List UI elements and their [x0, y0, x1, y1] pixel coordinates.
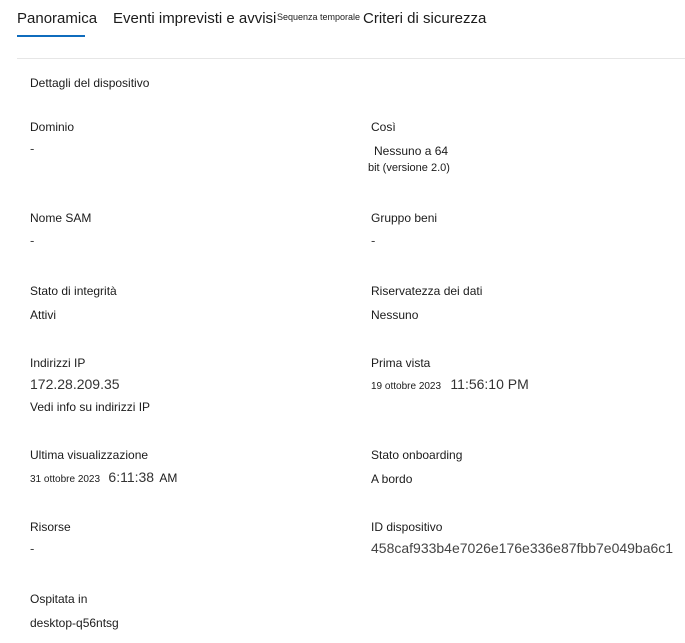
os-label: Così	[371, 120, 396, 134]
data-sensitivity-label: Riservatezza dei dati	[371, 284, 483, 298]
sam-name-value: -	[30, 233, 35, 248]
device-id-label: ID dispositivo	[371, 520, 443, 534]
last-seen-ampm: AM	[159, 471, 178, 485]
os-value-line2: bit (versione 2.0)	[368, 162, 450, 174]
first-seen-value: 19 ottobre 2023 11:56:10 PM	[371, 376, 529, 392]
last-seen-label: Ultima visualizzazione	[30, 448, 149, 462]
device-id-value: 458caf933b4e7026e176e336e87fbb7e049ba6c1	[371, 540, 674, 556]
domain-value: -	[30, 141, 35, 156]
ip-info-link[interactable]: Vedi info su indirizzi IP	[30, 400, 150, 414]
tab-bar: Panoramica Eventi imprevisti e avvisi Se…	[0, 0, 685, 40]
last-seen-time: 6:11:38	[108, 469, 155, 485]
section-title: Dettagli del dispositivo	[30, 76, 150, 90]
data-sensitivity-value: Nessuno	[371, 308, 419, 322]
hosted-in-label: Ospitata in	[30, 592, 88, 606]
first-seen-label: Prima vista	[371, 356, 431, 370]
health-state-value: Attivi	[30, 308, 57, 322]
last-seen-value: 31 ottobre 2023 6:11:38 AM	[30, 469, 177, 485]
tab-overview[interactable]: Panoramica	[17, 10, 97, 27]
ip-addresses-label: Indirizzi IP	[30, 356, 86, 370]
resources-label: Risorse	[30, 520, 71, 534]
first-seen-date: 19 ottobre 2023	[371, 381, 442, 392]
first-seen-time: 11:56:10 PM	[450, 376, 529, 392]
asset-group-value: -	[371, 233, 376, 248]
divider	[17, 58, 685, 59]
asset-group-label: Gruppo beni	[371, 211, 438, 225]
health-state-label: Stato di integrità	[30, 284, 117, 298]
selected-tab-indicator	[17, 35, 85, 37]
tab-timeline[interactable]: Sequenza temporale	[277, 12, 360, 22]
sam-name-label: Nome SAM	[30, 211, 92, 225]
domain-label: Dominio	[30, 120, 75, 134]
os-value-line1: Nessuno a 64	[374, 144, 449, 158]
onboarding-status-value: A bordo	[371, 472, 413, 486]
resources-value: -	[30, 541, 35, 556]
tab-incidents-alerts[interactable]: Eventi imprevisti e avvisi	[113, 10, 276, 27]
tab-security-policies[interactable]: Criteri di sicurezza	[363, 10, 486, 27]
last-seen-date: 31 ottobre 2023	[30, 474, 101, 485]
hosted-in-value: desktop-q56ntsg	[30, 616, 119, 630]
ip-address-value: 172.28.209.35	[30, 376, 120, 392]
onboarding-status-label: Stato onboarding	[371, 448, 463, 462]
